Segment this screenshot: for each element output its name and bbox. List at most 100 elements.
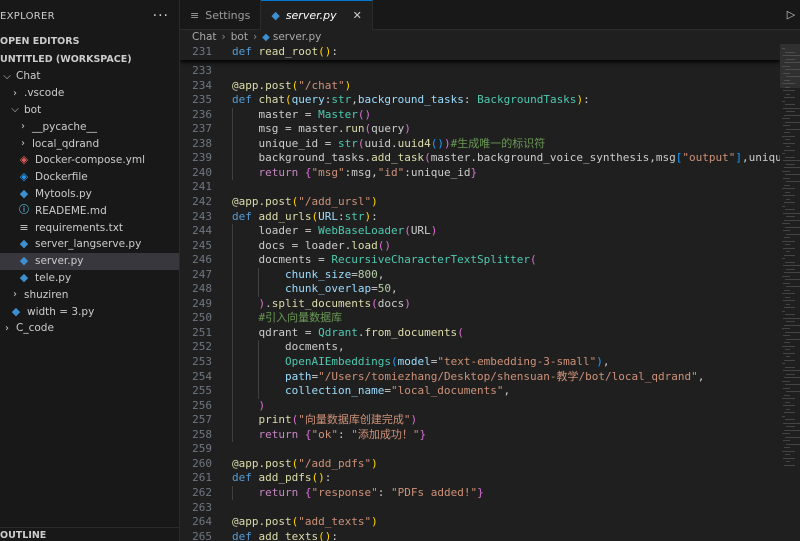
code-line[interactable]: 233 [180, 64, 780, 79]
code-line[interactable]: 258 return {"ok": "添加成功！"} [180, 427, 780, 443]
tree-item[interactable]: ◆ width = 3.py [0, 303, 179, 320]
chevron-right-icon: › [221, 31, 226, 43]
explorer-title: EXPLORER [0, 10, 55, 22]
code-text: msg = master.run(query) [232, 122, 410, 137]
tree-item[interactable]: ⌵ bot [0, 102, 179, 119]
code-token: : [377, 485, 391, 499]
code-line[interactable]: 235 def chat(query: str,background_tasks: … [180, 93, 780, 108]
python-file-icon: ◆ [19, 254, 29, 268]
tree-item[interactable]: › C_code [0, 320, 179, 337]
code-line[interactable]: 248 chunk_overlap=50, [180, 282, 780, 297]
code-token: () [318, 529, 332, 541]
code-line[interactable]: 243 def add_urls(URL:str): [180, 210, 780, 225]
code-line[interactable]: 246 docments = RecursiveCharacterTextSpl… [180, 253, 780, 268]
code-token: () [311, 471, 325, 485]
code-line[interactable]: 231 def read_root(): [180, 45, 780, 60]
code-line[interactable]: 247 chunk_size=800, [180, 267, 780, 283]
code-line[interactable]: 252 docments, [180, 340, 780, 355]
code-line[interactable]: 250 #引入向量数据库 [180, 311, 780, 326]
code-line[interactable]: 259 [180, 442, 780, 457]
tree-item[interactable]: › shuziren [0, 286, 179, 303]
breadcrumb-item-bot[interactable]: bot [231, 31, 248, 43]
tree-item[interactable]: › __pycache__ [0, 118, 179, 135]
minimap-line [786, 146, 790, 147]
code-line[interactable]: 261 def add_pdfs(): [180, 471, 780, 486]
breadcrumb-item-file[interactable]: server.py [273, 31, 322, 43]
code-line[interactable]: 244 loader = WebBaseLoader(URL) [180, 224, 780, 239]
tree-item[interactable]: › local_qdrand [0, 135, 179, 152]
code-token: str [331, 93, 352, 107]
tab-server-py[interactable]: ◆ server.py ✕ [261, 0, 373, 30]
tree-item[interactable]: ◆ server_langserve.py [0, 236, 179, 253]
code-token: split_documents [271, 296, 372, 310]
code-line[interactable]: 240 return {"msg":msg,"id":unique_id} [180, 165, 780, 181]
workspace-section[interactable]: UNTITLED (WORKSPACE) [0, 50, 179, 68]
close-icon[interactable]: ✕ [353, 9, 362, 22]
tree-item[interactable]: ◆ tele.py [0, 270, 179, 287]
breadcrumb: Chat › bot › ◆ server.py [180, 30, 800, 44]
minimap-line [783, 230, 790, 231]
code-editor[interactable]: 231 def read_root(): 233 234 @app.post("/cha… [180, 44, 780, 541]
workspace-label: UNTITLED (WORKSPACE) [0, 53, 132, 65]
tree-item[interactable]: ⌵ Chat [0, 68, 179, 85]
code-line[interactable]: 251 qdrant = Qdrant.from_documents( [180, 325, 780, 341]
tree-item[interactable]: ⓘ READEME.md [0, 202, 179, 219]
tree-item[interactable]: ≡ requirements.txt [0, 219, 179, 236]
tree-item[interactable]: ◈ Docker-compose.yml [0, 152, 179, 169]
code-line[interactable]: 257 print("向量数据库创建完成") [180, 413, 780, 428]
code-line[interactable]: 265 def add_texts(): [180, 530, 780, 541]
code-token: return [232, 485, 305, 499]
code-line[interactable]: 239 background_tasks.add_task(master.bac… [180, 151, 780, 166]
code-token: path [232, 369, 312, 383]
indent-guide [232, 325, 233, 341]
code-line[interactable]: 260 @app.post("/add_pdfs") [180, 457, 780, 472]
minimap-line [784, 324, 800, 326]
code-token: #引入向量数据库 [232, 311, 343, 325]
code-text: docments = RecursiveCharacterTextSplitte… [232, 253, 536, 268]
code-line[interactable]: 234 @app.post("/chat") [180, 79, 780, 94]
tree-item[interactable]: › .vscode [0, 85, 179, 102]
code-line[interactable]: 263 [180, 501, 780, 516]
minimap-line [782, 433, 790, 434]
code-line[interactable]: 264 @app.post("add_texts") [180, 515, 780, 530]
code-line[interactable]: 262 return {"response": "PDFs added!"} [180, 485, 780, 501]
minimap-line [784, 377, 800, 378]
minimap-line [784, 289, 790, 291]
tree-item[interactable]: ◆ server.py [0, 252, 179, 270]
code-line[interactable]: 255 collection_name="local_documents", [180, 384, 780, 399]
minimap-line [784, 272, 800, 273]
minimap-line [783, 265, 800, 266]
breadcrumb-item-chat[interactable]: Chat [192, 31, 217, 43]
tree-item-label: width = 3.py [27, 305, 95, 318]
tree-item[interactable]: ◈ Dockerfile [0, 169, 179, 186]
indent-guide [232, 165, 233, 181]
code-line[interactable]: 237 msg = master.run(query) [180, 122, 780, 137]
code-line[interactable]: 249 ).split_documents(docs) [180, 296, 780, 312]
code-line[interactable]: 245 docs = loader.load() [180, 238, 780, 254]
run-icon[interactable]: ▷ [782, 6, 800, 24]
sticky-scroll-header[interactable]: 231 def read_root(): [180, 44, 780, 60]
code-line[interactable]: 241 [180, 180, 780, 195]
code-token: , [351, 93, 358, 107]
tab-settings[interactable]: ≡ Settings [180, 0, 262, 30]
indent-guide [232, 311, 233, 326]
code-token: model [397, 355, 431, 368]
minimap[interactable] [780, 44, 800, 541]
code-text: @app.post("add_texts") [232, 515, 378, 530]
tree-item-label: Docker-compose.yml [35, 154, 146, 167]
docker-file-icon: ◈ [19, 170, 29, 184]
open-editors-section[interactable]: OPEN EDITORS [0, 32, 179, 50]
minimap-line [782, 380, 790, 382]
outline-section[interactable]: OUTLINE [0, 527, 179, 541]
code-token: ) [404, 296, 411, 310]
code-line[interactable]: 256 ) [180, 398, 780, 414]
code-line[interactable]: 253 OpenAIEmbeddings(model="text-embeddi… [180, 355, 780, 370]
code-line[interactable]: 254 path="/Users/tomiezhang/Desktop/shen… [180, 369, 780, 385]
code-line[interactable]: 242 @app.post("/add_ursl") [180, 195, 780, 210]
more-actions-icon[interactable]: ··· [153, 8, 169, 24]
code-token: uuid4 [397, 136, 431, 150]
code-line[interactable]: 238 unique_id = str(uuid.uuid4())#生成唯一的标… [180, 136, 780, 152]
code-token: msg = master. [232, 122, 345, 136]
tree-item[interactable]: ◆ Mytools.py [0, 186, 179, 203]
code-line[interactable]: 236 master = Master() [180, 107, 780, 123]
